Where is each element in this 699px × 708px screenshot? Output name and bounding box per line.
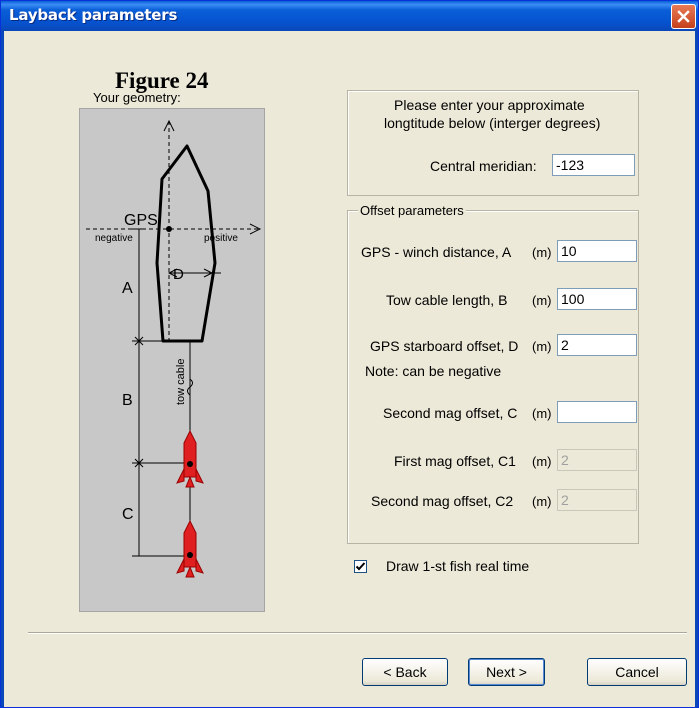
gps-starboard-unit: (m) [532, 339, 552, 354]
second-mag-c2-unit: (m) [532, 494, 552, 509]
second-fish-icon [176, 519, 204, 578]
first-mag-c1-label: First mag offset, C1 [394, 453, 516, 469]
check-icon [355, 562, 366, 571]
diagram-label-b: B [122, 392, 133, 409]
diagram-label-negative: negative [95, 233, 133, 244]
diagram-label-d: D [173, 266, 184, 283]
second-mag-c2-input[interactable] [557, 489, 637, 511]
draw-fish-label[interactable]: Draw 1-st fish real time [386, 558, 529, 574]
second-mag-c-label: Second mag offset, C [383, 405, 518, 421]
geometry-drawing: GPS negative positive D A B C tow cable [86, 119, 262, 578]
gps-winch-unit: (m) [532, 245, 552, 260]
first-mag-c1-input[interactable] [557, 449, 637, 471]
starboard-note: Note: can be negative [365, 363, 502, 379]
gps-starboard-label: GPS starboard offset, D [370, 338, 519, 354]
gps-winch-label: GPS - winch distance, A [361, 244, 512, 260]
central-meridian-input[interactable] [552, 154, 635, 176]
tow-cable-input[interactable] [557, 288, 637, 310]
first-mag-c1-unit: (m) [532, 454, 552, 469]
gps-starboard-input[interactable] [557, 334, 637, 356]
back-button[interactable]: < Back [362, 658, 448, 686]
second-mag-c-input[interactable] [557, 401, 637, 423]
close-icon [677, 10, 690, 23]
diagram-label-positive: positive [204, 233, 238, 244]
gps-point [166, 226, 172, 232]
cancel-button-label: Cancel [615, 664, 659, 680]
central-meridian-label: Central meridian: [430, 158, 537, 174]
meridian-instruction-line2: longtitude below (interger degrees) [384, 115, 601, 131]
window-border-right [695, 31, 698, 707]
title-bar[interactable]: Layback parameters [1, 1, 698, 31]
geometry-label: Your geometry: [93, 90, 181, 105]
footer-separator [28, 632, 687, 634]
window-border-left [1, 31, 4, 707]
diagram-label-c: C [122, 506, 134, 523]
next-button[interactable]: Next > [468, 658, 545, 686]
tow-cable-label: Tow cable length, B [386, 292, 508, 308]
dialog-window: Layback parameters Figure 24 Your geomet… [0, 0, 699, 708]
close-button[interactable] [671, 4, 696, 29]
window-title: Layback parameters [9, 6, 178, 24]
diagram-label-a: A [122, 280, 133, 297]
second-mag-c2-label: Second mag offset, C2 [371, 493, 514, 509]
first-fish-icon [176, 429, 204, 488]
diagram-label-tow-cable: tow cable [175, 359, 187, 405]
second-mag-c-unit: (m) [532, 406, 552, 421]
meridian-instruction-line1: Please enter your approximate [394, 97, 585, 113]
cancel-button[interactable]: Cancel [587, 658, 687, 686]
diagram-label-gps: GPS [124, 212, 158, 229]
offset-parameters-legend: Offset parameters [358, 203, 466, 218]
tow-cable-unit: (m) [532, 293, 552, 308]
next-button-label: Next > [486, 664, 527, 680]
draw-fish-checkbox[interactable] [354, 560, 367, 573]
back-button-label: < Back [383, 664, 427, 680]
geometry-diagram: GPS negative positive D A B C tow cable [79, 108, 265, 612]
gps-winch-input[interactable] [557, 240, 637, 262]
